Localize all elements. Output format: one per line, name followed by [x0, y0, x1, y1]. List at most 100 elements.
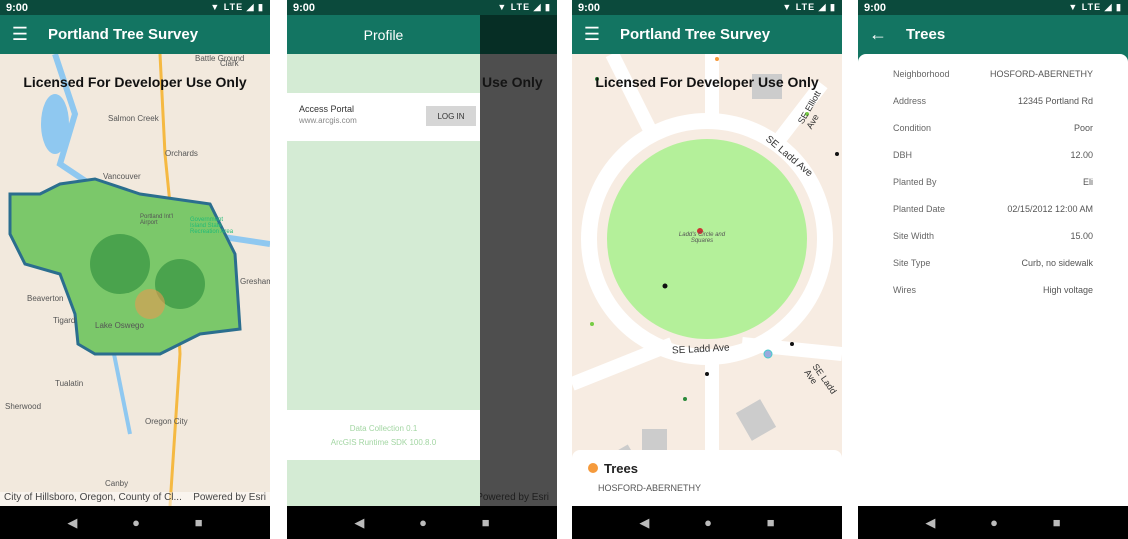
screen-profile-drawer: 9:00 ▼ LTE ◢ ▮ Use Only Powered by Esri P… [287, 0, 557, 539]
map-label: Canby [105, 479, 129, 488]
home-icon[interactable]: ● [132, 515, 140, 530]
app-bar: ← Trees [858, 15, 1128, 54]
map-label: Tigard [53, 316, 76, 325]
android-nav-bar: ◀ ● ■ [572, 506, 842, 539]
home-icon[interactable]: ● [704, 515, 712, 530]
attribute-label: Planted Date [893, 204, 946, 214]
attribute-label: Planted By [893, 177, 937, 187]
back-icon[interactable]: ◀ [925, 515, 935, 531]
map-label: Vancouver [103, 172, 141, 181]
map-label: Tualatin [55, 379, 84, 388]
status-icons: ▼ LTE ◢ ▮ [782, 2, 836, 12]
attribute-row: Wires High voltage [893, 285, 1093, 312]
status-bar: 9:00 ▼ LTE ◢ ▮ [858, 0, 1128, 15]
attribute-row: Condition Poor [893, 123, 1093, 150]
card-title: Trees [604, 461, 638, 476]
card-subtitle: HOSFORD-ABERNETHY [598, 483, 702, 493]
menu-icon[interactable]: ☰ [0, 24, 40, 45]
map-label: Government Island State Recreation Area [190, 217, 234, 235]
license-watermark: Licensed For Developer Use Only [595, 74, 819, 90]
portal-section: Access Portal www.arcgis.com LOG IN [287, 93, 480, 141]
dimmed-app-bar [480, 15, 557, 54]
attribute-row: Address 12345 Portland Rd [893, 96, 1093, 123]
attribute-label: Wires [893, 285, 916, 295]
status-icons: ▼ LTE ◢ ▮ [210, 2, 264, 12]
map-label: Beaverton [27, 294, 64, 303]
map-label: Oregon City [145, 417, 188, 426]
attribute-value: 02/15/2012 12:00 AM [1007, 204, 1093, 214]
map-attribution: City of Hillsboro, Oregon, County of Cl.… [0, 492, 270, 506]
navigation-drawer: Profile Access Portal www.arcgis.com LOG… [287, 15, 480, 506]
esri-link: Powered by Esri [476, 492, 549, 503]
back-icon[interactable]: ◀ [67, 515, 77, 531]
feature-callout-card[interactable]: Trees HOSFORD-ABERNETHY [572, 450, 842, 506]
back-arrow-icon[interactable]: ← [858, 24, 898, 45]
status-bar: 9:00 ▼ LTE ◢ ▮ [287, 0, 557, 15]
map-label: Sherwood [5, 402, 42, 411]
back-icon[interactable]: ◀ [354, 515, 364, 531]
attribute-row: Neighborhood HOSFORD-ABERNETHY [893, 69, 1093, 96]
attribute-label: DBH [893, 150, 913, 160]
map-label: Portland Int'l Airport [140, 214, 174, 226]
android-nav-bar: ◀ ● ■ [0, 506, 270, 539]
map-label: Lake Oswego [95, 321, 144, 330]
attribute-value: High voltage [1042, 285, 1093, 295]
attributes-list: Neighborhood HOSFORD-ABERNETHY Address 1234… [858, 54, 1128, 506]
license-watermark: Use Only [482, 74, 543, 90]
menu-icon[interactable]: ☰ [572, 24, 612, 45]
recents-icon[interactable]: ■ [195, 515, 203, 530]
attribute-label: Address [893, 96, 927, 106]
recents-icon[interactable]: ■ [1053, 515, 1061, 530]
status-bar: 9:00 ▼ LTE ◢ ▮ [0, 0, 270, 15]
attribute-row: Site Width 15.00 [893, 231, 1093, 258]
page-title: Trees [906, 26, 946, 43]
app-bar: ☰ Portland Tree Survey [0, 15, 270, 54]
attribute-row: Site Type Curb, no sidewalk [893, 258, 1093, 285]
app-title: Portland Tree Survey [48, 26, 199, 43]
status-icons: ▼ LTE ◢ ▮ [1068, 2, 1122, 12]
about-section: Data Collection 0.1 ArcGIS Runtime SDK 1… [287, 410, 480, 460]
map-view[interactable]: Licensed For Developer Use Only Battle G… [0, 54, 270, 506]
attribute-value: Poor [1073, 123, 1093, 133]
app-version: Data Collection 0.1 [349, 424, 418, 433]
attribute-row: Planted By Eli [893, 177, 1093, 204]
status-bar: 9:00 ▼ LTE ◢ ▮ [572, 0, 842, 15]
android-nav-bar: ◀ ● ■ [287, 506, 557, 539]
app-title: Portland Tree Survey [620, 26, 771, 43]
map-view[interactable]: Licensed For Developer Use Only SE Ladd … [572, 54, 842, 506]
map-label: Gresham [240, 277, 270, 286]
attribute-value: 15.00 [1070, 231, 1093, 241]
attribute-row: DBH 12.00 [893, 150, 1093, 177]
map-label: Salmon Creek [108, 114, 159, 123]
attribute-label: Site Type [893, 258, 931, 268]
attribute-value: Curb, no sidewalk [1021, 258, 1093, 268]
login-button[interactable]: LOG IN [426, 106, 476, 126]
attribute-value: 12.00 [1070, 150, 1093, 160]
attribute-label: Condition [893, 123, 932, 133]
recents-icon[interactable]: ■ [767, 515, 775, 530]
clock: 9:00 [293, 2, 316, 14]
screen-map-overview: 9:00 ▼ LTE ◢ ▮ ☰ Portland Tree Survey Lice… [0, 0, 270, 539]
home-icon[interactable]: ● [419, 515, 427, 530]
drawer-title: Profile [287, 15, 480, 54]
clock: 9:00 [864, 2, 887, 14]
recents-icon[interactable]: ■ [482, 515, 490, 530]
sdk-version: ArcGIS Runtime SDK 100.8.0 [330, 438, 437, 447]
park-label: Ladd's Circle and Squares [678, 232, 726, 244]
home-icon[interactable]: ● [990, 515, 998, 530]
attribute-value: Eli [1082, 177, 1093, 187]
back-icon[interactable]: ◀ [639, 515, 649, 531]
status-icons: ▼ LTE ◢ ▮ [497, 2, 551, 12]
clock: 9:00 [578, 2, 601, 14]
attribute-label: Site Width [893, 231, 935, 241]
android-nav-bar: ◀ ● ■ [858, 506, 1128, 539]
map-label: Orchards [165, 149, 198, 158]
map-label: Clark [220, 59, 239, 68]
attribute-value: 12345 Portland Rd [1017, 96, 1093, 106]
app-bar: ☰ Portland Tree Survey [572, 15, 842, 54]
esri-link[interactable]: Powered by Esri [193, 492, 266, 506]
license-watermark: Licensed For Developer Use Only [23, 74, 247, 90]
screen-map-detail: 9:00 ▼ LTE ◢ ▮ ☰ Portland Tree Survey Lice… [572, 0, 842, 539]
attribution-text: City of Hillsboro, Oregon, County of Cl.… [4, 492, 182, 503]
screen-tree-details: 9:00 ▼ LTE ◢ ▮ ← Trees Neighborhood HOSFORD… [858, 0, 1128, 539]
